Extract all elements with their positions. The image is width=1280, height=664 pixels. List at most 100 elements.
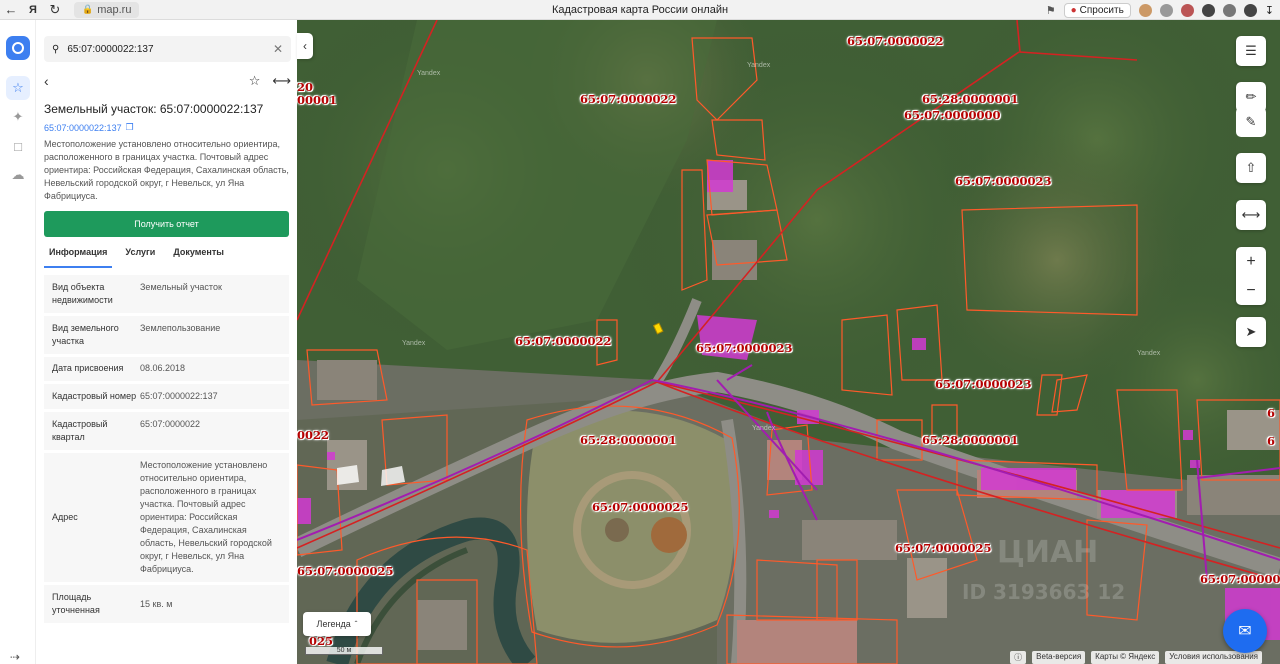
reload-icon[interactable]: ↻	[44, 0, 66, 20]
minus-icon[interactable]: −	[1236, 276, 1266, 305]
cadastral-link[interactable]: 65:07:0000022:137 ❐	[44, 122, 134, 133]
info-row-date: Дата присвоения 08.06.2018	[44, 357, 289, 381]
extension-icon-2[interactable]	[1159, 3, 1173, 17]
locate-icon[interactable]: ➤	[1236, 317, 1266, 347]
extension-icon-5[interactable]	[1222, 3, 1236, 17]
select-area-icon[interactable]: □	[6, 134, 30, 158]
star-icon[interactable]: ☆	[249, 73, 261, 89]
url-bar[interactable]: 🔒 map.ru	[74, 1, 140, 18]
info-row-object-type: Вид объекта недвижимости Земельный участ…	[44, 275, 289, 313]
parcel-label[interactable]: 0022	[297, 428, 329, 442]
info-value: 65:07:0000022	[140, 419, 201, 429]
parcel-label[interactable]: 65:07:0000023	[935, 377, 1032, 391]
tab-information[interactable]: Информация	[44, 244, 113, 268]
parcel-label[interactable]: 65:28:0000001	[922, 92, 1019, 106]
tab-services[interactable]: Услуги	[120, 244, 160, 268]
info-row-area: Площадь уточненная 15 кв. м	[44, 585, 289, 623]
parcel-label[interactable]: 6	[1267, 406, 1275, 420]
info-value: Местоположение установлено относительно …	[140, 460, 272, 574]
parcel-label[interactable]: 00001	[297, 93, 337, 107]
info-value: Землепользование	[140, 323, 221, 333]
parcel-label[interactable]: 65:07:0000023	[955, 174, 1052, 188]
parcel-label[interactable]: 025	[309, 634, 333, 648]
yandex-logo-icon[interactable]: Я	[22, 0, 44, 20]
extension-icon-3[interactable]	[1180, 3, 1194, 17]
watermark: ID 3193663 12	[962, 580, 1126, 604]
chevron-up-icon: ˆ	[354, 619, 358, 629]
route-icon[interactable]: ✦	[6, 105, 30, 129]
yandex-label: Yandex	[402, 340, 426, 347]
yandex-label: Yandex	[417, 70, 441, 77]
close-icon[interactable]: ✕	[273, 42, 283, 56]
search-input[interactable]: 65:07:0000022:137	[67, 44, 265, 55]
parcel-title: Земельный участок: 65:07:0000022:137	[44, 102, 264, 116]
cadastral-link-text[interactable]: 65:07:0000022:137	[44, 123, 122, 133]
collapse-panel-button[interactable]: ‹	[297, 33, 313, 59]
map-footer: ⓘ Beta-версия Карты © Яндекс Условия исп…	[1010, 651, 1262, 664]
back-arrow-icon[interactable]: ←	[0, 0, 22, 20]
plus-icon[interactable]: +	[1236, 247, 1266, 276]
info-key: Кадастровый квартал	[52, 419, 108, 442]
parcel-label[interactable]: 65:07:0000027	[1200, 572, 1280, 586]
extension-icon-6[interactable]	[1243, 3, 1257, 17]
exit-icon[interactable]: ⇢	[10, 650, 20, 664]
left-rail: ☆ ✦ □ ☁ ⇢	[0, 20, 36, 664]
share-map-icon[interactable]: ⟷	[1236, 200, 1266, 230]
parcel-label[interactable]: 65:28:0000001	[922, 433, 1019, 447]
layers-icon[interactable]: ☰	[1236, 36, 1266, 66]
parcel-label[interactable]: 65:07:0000025	[895, 541, 992, 555]
parcel-label[interactable]: 65:07:0000022	[847, 34, 944, 48]
edit-icon[interactable]: ✎	[1236, 107, 1266, 137]
app-logo-icon[interactable]	[6, 36, 30, 60]
browser-toolbar: ← Я ↻ 🔒 map.ru Кадастровая карта России …	[0, 0, 1280, 20]
cloud-icon[interactable]: ☁	[6, 163, 30, 187]
info-row-land-type: Вид земельного участка Землепользование	[44, 316, 289, 354]
beta-label: Beta-версия	[1032, 651, 1086, 664]
info-row-cadastral-quarter: Кадастровый квартал 65:07:0000022	[44, 412, 289, 450]
upload-icon[interactable]: ⇧	[1236, 153, 1266, 183]
parcel-label[interactable]: 65:07:0000000	[904, 108, 1001, 122]
parcel-label[interactable]: 65:07:0000022	[515, 334, 612, 348]
info-row-cadastral-number: Кадастровый номер 65:07:0000022:137	[44, 384, 289, 409]
search-bar[interactable]: ⚲ 65:07:0000022:137 ✕	[44, 36, 291, 62]
info-key: Вид земельного участка	[52, 323, 119, 346]
parcel-label[interactable]: 65:07:0000025	[592, 500, 689, 514]
extension-icon-1[interactable]	[1138, 3, 1152, 17]
favorites-star-icon[interactable]: ☆	[6, 76, 30, 100]
parcel-label[interactable]: 65:28:0000001	[580, 433, 677, 447]
copy-icon[interactable]: ❐	[126, 122, 134, 133]
info-value: 65:07:0000022:137	[140, 391, 218, 401]
yandex-label: Yandex	[752, 425, 776, 432]
mail-icon[interactable]: ✉	[1223, 609, 1267, 653]
info-value: 08.06.2018	[140, 363, 186, 373]
search-icon: ⚲	[52, 43, 60, 55]
parcel-label[interactable]: 65:07:0000025	[297, 564, 394, 578]
extension-icon-4[interactable]	[1201, 3, 1215, 17]
share-icon[interactable]: ⟷	[272, 73, 291, 89]
parcel-label[interactable]: 65:07:0000022	[580, 92, 677, 106]
ask-label: Спросить	[1079, 4, 1124, 16]
tab-bar: Информация Услуги Документы	[44, 244, 291, 268]
tab-documents[interactable]: Документы	[168, 244, 229, 268]
legend-label: Легенда	[316, 619, 351, 629]
info-key: Кадастровый номер	[52, 391, 137, 401]
info-row-address: Адрес Местоположение установлено относит…	[44, 453, 289, 582]
legend-button[interactable]: Легенда ˆ	[303, 612, 371, 636]
info-key: Адрес	[52, 512, 78, 522]
parcel-label[interactable]: 6	[1267, 434, 1275, 448]
info-panel: ⚲ 65:07:0000022:137 ✕ ‹ ☆ ⟷ Земельный уч…	[36, 20, 297, 664]
parcel-label[interactable]: 20	[297, 80, 313, 94]
back-icon[interactable]: ‹	[44, 73, 49, 89]
info-value: Земельный участок	[140, 282, 222, 292]
watermark: ЦИАН	[997, 535, 1099, 570]
info-table: Вид объекта недвижимости Земельный участ…	[44, 275, 289, 626]
download-icon[interactable]: ↧	[1265, 4, 1274, 17]
get-report-button[interactable]: Получить отчет	[44, 211, 289, 237]
copyright-label[interactable]: Карты © Яндекс	[1091, 651, 1160, 664]
cadastral-map[interactable]: Yandex Yandex Yandex Yandex Yandex ЦИАН …	[297, 20, 1280, 664]
info-icon[interactable]: ⓘ	[1010, 651, 1027, 664]
ask-button[interactable]: ● Спросить	[1063, 2, 1131, 18]
bookmark-icon[interactable]: ⚑	[1046, 4, 1056, 17]
terms-link[interactable]: Условия использования	[1165, 651, 1262, 664]
parcel-label[interactable]: 65:07:0000023	[696, 341, 793, 355]
